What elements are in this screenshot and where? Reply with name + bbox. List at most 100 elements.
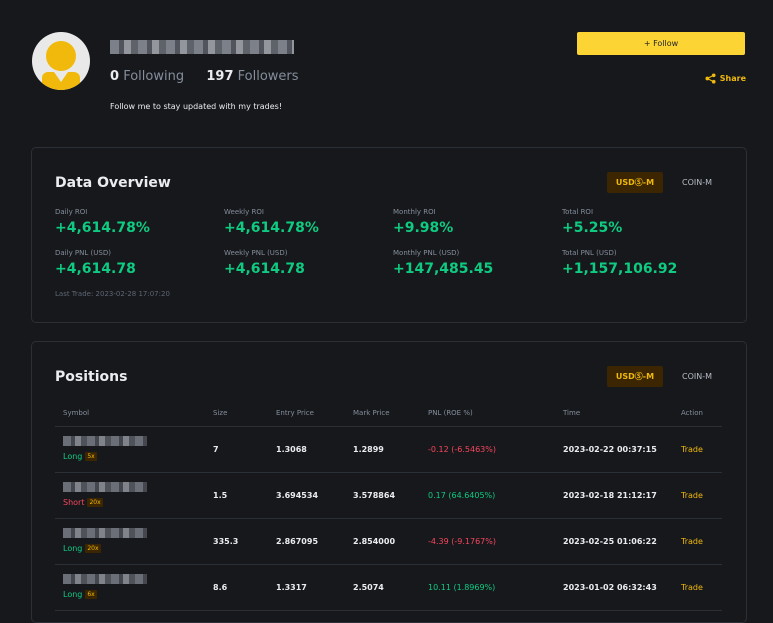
metric-weekly-pnl: Weekly PNL (USD) +4,614.78 (224, 249, 305, 277)
metric-daily-pnl: Daily PNL (USD) +4,614.78 (55, 249, 136, 277)
leverage-badge: 20x (87, 498, 103, 507)
share-icon (705, 73, 716, 84)
mark-price-cell: 1.2899 (353, 445, 384, 454)
tab-coin-m[interactable]: COIN-M (672, 366, 722, 387)
metric-daily-roi: Daily ROI +4,614.78% (55, 208, 150, 236)
share-button[interactable]: Share (705, 73, 746, 84)
symbol-blurred (63, 574, 147, 584)
follow-button[interactable]: + Follow (577, 32, 745, 55)
leverage-badge: 20x (85, 544, 101, 553)
metric-value: +5.25% (562, 220, 623, 236)
follow-stats: 0 Following 197 Followers (110, 69, 299, 84)
avatar-head (46, 41, 76, 71)
pnl-cell: -0.12 (-6.5463%) (428, 445, 496, 454)
metric-value: +1,157,106.92 (562, 261, 678, 277)
metric-label: Weekly PNL (USD) (224, 249, 288, 257)
time-cell: 2023-02-22 00:37:15 (563, 445, 657, 454)
metric-label: Weekly ROI (224, 208, 264, 216)
table-row: Short 20x 1.5 3.694534 3.578864 0.17 (64… (55, 473, 722, 519)
size-cell: 8.6 (213, 583, 228, 592)
nickname-blurred (110, 40, 294, 54)
metric-total-pnl: Total PNL (USD) +1,157,106.92 (562, 249, 677, 277)
positions-title: Positions (55, 369, 128, 385)
metric-monthly-pnl: Monthly PNL (USD) +147,485.45 (393, 249, 493, 277)
positions-card: Positions USDⓈ-M COIN-M Symbol Size Entr… (31, 341, 747, 623)
col-size: Size (213, 409, 228, 417)
entry-price-cell: 1.3068 (276, 445, 307, 454)
side-label: Short (63, 498, 85, 507)
tab-usds-m[interactable]: USDⓈ-M (607, 366, 663, 387)
data-overview-title: Data Overview (55, 175, 171, 191)
avatar[interactable] (32, 32, 90, 90)
trade-link[interactable]: Trade (681, 445, 703, 454)
entry-price-cell: 3.694534 (276, 491, 319, 500)
pnl-cell: 10.11 (1.8969%) (428, 583, 496, 592)
data-overview-card: Data Overview USDⓈ-M COIN-M Daily ROI +4… (31, 147, 747, 323)
metric-weekly-roi: Weekly ROI +4,614.78% (224, 208, 319, 236)
metric-value: +4,614.78 (224, 261, 305, 277)
metric-value: +4,614.78 (55, 261, 136, 277)
metric-monthly-roi: Monthly ROI +9.98% (393, 208, 453, 236)
metric-value: +147,485.45 (393, 261, 494, 277)
symbol-blurred (63, 436, 147, 446)
position-side: Long 5x (63, 452, 97, 461)
symbol-blurred (63, 482, 147, 492)
symbol-blurred (63, 528, 147, 538)
table-row: Long 6x 8.6 1.3317 2.5074 10.11 (1.8969%… (55, 565, 722, 611)
trade-link[interactable]: Trade (681, 491, 703, 500)
profile-header: 0 Following 197 Followers Follow me to s… (32, 32, 746, 122)
trade-link[interactable]: Trade (681, 537, 703, 546)
metric-label: Monthly PNL (USD) (393, 249, 460, 257)
tab-coin-m[interactable]: COIN-M (672, 172, 722, 193)
col-mark-price: Mark Price (353, 409, 390, 417)
leverage-badge: 5x (85, 452, 97, 461)
metric-label: Total ROI (562, 208, 594, 216)
position-side: Short 20x (63, 498, 103, 507)
table-row: Long 5x 7 1.3068 1.2899 -0.12 (-6.5463%)… (55, 427, 722, 473)
following-label[interactable]: Following (123, 69, 184, 84)
mark-price-cell: 3.578864 (353, 491, 396, 500)
position-side: Long 6x (63, 590, 97, 599)
col-entry-price: Entry Price (276, 409, 314, 417)
metric-label: Monthly ROI (393, 208, 436, 216)
side-label: Long (63, 544, 83, 553)
share-label: Share (719, 74, 746, 83)
leverage-badge: 6x (85, 590, 97, 599)
table-row: Long 20x 335.3 2.867095 2.854000 -4.39 (… (55, 519, 722, 565)
mark-price-cell: 2.5074 (353, 583, 384, 592)
position-side: Long 20x (63, 544, 101, 553)
col-time: Time (563, 409, 581, 417)
metric-value: +4,614.78% (55, 220, 150, 236)
time-cell: 2023-02-18 21:12:17 (563, 491, 657, 500)
profile-bio: Follow me to stay updated with my trades… (110, 102, 283, 111)
size-cell: 7 (213, 445, 219, 454)
size-cell: 335.3 (213, 537, 239, 546)
pnl-cell: 0.17 (64.6405%) (428, 491, 496, 500)
metric-value: +9.98% (393, 220, 454, 236)
metric-value: +4,614.78% (224, 220, 319, 236)
metric-total-roi: Total ROI +5.25% (562, 208, 622, 236)
followers-label[interactable]: Followers (238, 69, 299, 84)
pnl-cell: -4.39 (-9.1767%) (428, 537, 496, 546)
entry-price-cell: 1.3317 (276, 583, 307, 592)
side-label: Long (63, 452, 83, 461)
col-action: Action (681, 409, 703, 417)
side-label: Long (63, 590, 83, 599)
metric-label: Daily PNL (USD) (55, 249, 111, 257)
col-pnl: PNL (ROE %) (428, 409, 473, 417)
metric-label: Daily ROI (55, 208, 88, 216)
following-count: 0 (110, 69, 120, 84)
mark-price-cell: 2.854000 (353, 537, 396, 546)
time-cell: 2023-01-02 06:32:43 (563, 583, 657, 592)
positions-table: Symbol Size Entry Price Mark Price PNL (… (55, 402, 722, 611)
followers-count: 197 (206, 69, 234, 84)
table-header: Symbol Size Entry Price Mark Price PNL (… (55, 402, 722, 427)
entry-price-cell: 2.867095 (276, 537, 319, 546)
metric-label: Total PNL (USD) (562, 249, 617, 257)
col-symbol: Symbol (63, 409, 90, 417)
last-trade: Last Trade: 2023-02-28 17:07:20 (55, 290, 170, 298)
time-cell: 2023-02-25 01:06:22 (563, 537, 657, 546)
tab-usds-m[interactable]: USDⓈ-M (607, 172, 663, 193)
trade-link[interactable]: Trade (681, 583, 703, 592)
size-cell: 1.5 (213, 491, 228, 500)
